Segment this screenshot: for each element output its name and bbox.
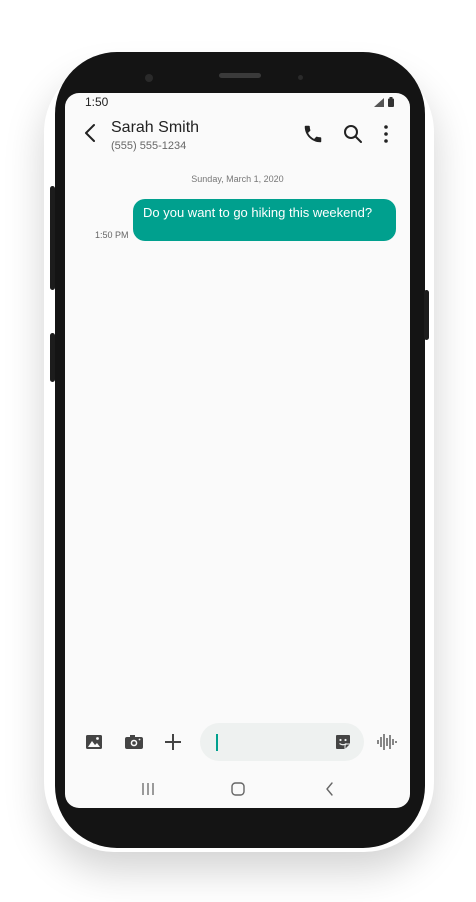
nav-back-button[interactable] — [321, 780, 339, 798]
sent-message-bubble[interactable]: Do you want to go hiking this weekend? — [133, 199, 396, 241]
search-icon — [342, 123, 364, 145]
bixby-button — [50, 186, 55, 290]
recents-button[interactable] — [139, 780, 157, 798]
sticker-button[interactable] — [334, 733, 352, 751]
back-arrow-icon — [81, 121, 101, 145]
text-caret — [216, 734, 218, 751]
voice-wave-icon — [376, 732, 398, 752]
search-button[interactable] — [342, 123, 364, 145]
signal-icon — [374, 98, 384, 107]
conversation-header: Sarah Smith (555) 555-1234 — [65, 113, 410, 163]
power-button — [424, 290, 429, 340]
message-input[interactable] — [200, 723, 364, 761]
call-button[interactable] — [302, 123, 324, 145]
proximity-sensor — [298, 75, 303, 80]
camera-icon — [124, 732, 144, 752]
earpiece — [219, 73, 261, 78]
more-vert-icon — [375, 123, 397, 145]
camera-button[interactable] — [124, 732, 144, 752]
home-button[interactable] — [229, 780, 247, 798]
phone-screen: 1:50 Sarah Smith (555) 555-1234 Sunday, … — [65, 93, 410, 808]
voice-record-button[interactable] — [376, 732, 398, 752]
date-divider: Sunday, March 1, 2020 — [191, 174, 284, 184]
more-options-button[interactable] — [375, 123, 397, 145]
phone-icon — [302, 123, 324, 145]
battery-icon — [388, 97, 394, 107]
back-icon — [321, 780, 339, 798]
message-time: 1:50 PM — [95, 230, 129, 240]
back-button[interactable] — [81, 121, 101, 145]
recents-icon — [139, 780, 157, 798]
contact-name[interactable]: Sarah Smith — [111, 119, 199, 137]
message-composer — [65, 721, 410, 763]
gallery-icon — [84, 732, 104, 752]
attach-button[interactable] — [163, 732, 183, 752]
navigation-bar — [65, 773, 410, 803]
front-camera — [145, 74, 153, 82]
sticker-icon — [334, 733, 352, 751]
home-icon — [229, 780, 247, 798]
contact-number: (555) 555-1234 — [111, 140, 187, 152]
gallery-button[interactable] — [84, 732, 104, 752]
plus-icon — [163, 732, 183, 752]
status-time: 1:50 — [85, 95, 109, 109]
message-row: 1:50 PM Do you want to go hiking this we… — [65, 199, 410, 243]
status-icons — [374, 97, 394, 107]
status-bar: 1:50 — [65, 93, 410, 111]
volume-button — [50, 333, 55, 382]
